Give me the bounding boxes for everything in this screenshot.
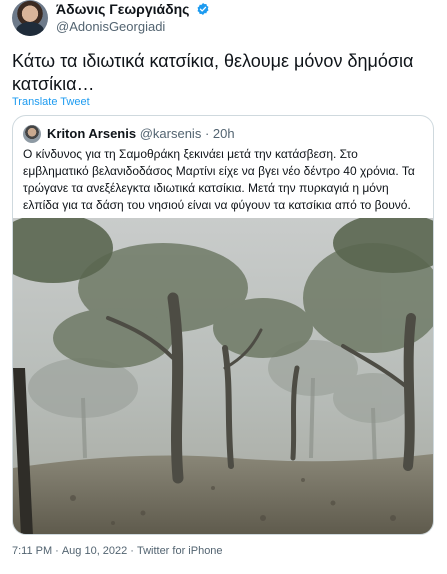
quoted-meta-separator: · (204, 126, 210, 141)
author-names: Άδωνις Γεωργιάδης @AdonisGeorgiadi (56, 0, 210, 36)
tweet-source[interactable]: Twitter for iPhone (137, 545, 223, 557)
quoted-author-handle: @karsenis (139, 126, 202, 141)
tweet-header: Άδωνις Γεωργιάδης @AdonisGeorgiadi (12, 0, 432, 40)
tweet-footer: 7:11 PM · Aug 10, 2022 · Twitter for iPhone (12, 545, 223, 557)
tweet-date[interactable]: Aug 10, 2022 (62, 545, 127, 557)
tweet: Άδωνις Γεωργιάδης @AdonisGeorgiadi Κάτω … (0, 0, 447, 574)
author-avatar[interactable] (12, 0, 48, 36)
quoted-tweet-text: Ο κίνδυνος για τη Σαμοθράκη ξεκινάει μετ… (23, 147, 415, 212)
footer-separator-2: · (130, 545, 134, 557)
quoted-tweet-photo[interactable] (13, 218, 433, 535)
quoted-tweet[interactable]: Kriton Arsenis @karsenis · 20h Ο κίνδυνο… (12, 115, 434, 535)
verified-badge-icon (197, 3, 209, 15)
translate-tweet-link[interactable]: Translate Tweet (12, 96, 90, 108)
quoted-author-display-name: Kriton Arsenis (47, 126, 137, 141)
tweet-text: Κάτω τα ιδιωτικά κατσίκια, θελουμε μόνον… (12, 51, 414, 94)
footer-separator: · (55, 545, 59, 557)
author-display-name[interactable]: Άδωνις Γεωργιάδης (56, 0, 189, 18)
quoted-author-avatar (23, 125, 41, 143)
quoted-tweet-time: 20h (212, 126, 235, 141)
tweet-time[interactable]: 7:11 PM (12, 545, 52, 557)
author-handle[interactable]: @AdonisGeorgiadi (56, 18, 210, 36)
